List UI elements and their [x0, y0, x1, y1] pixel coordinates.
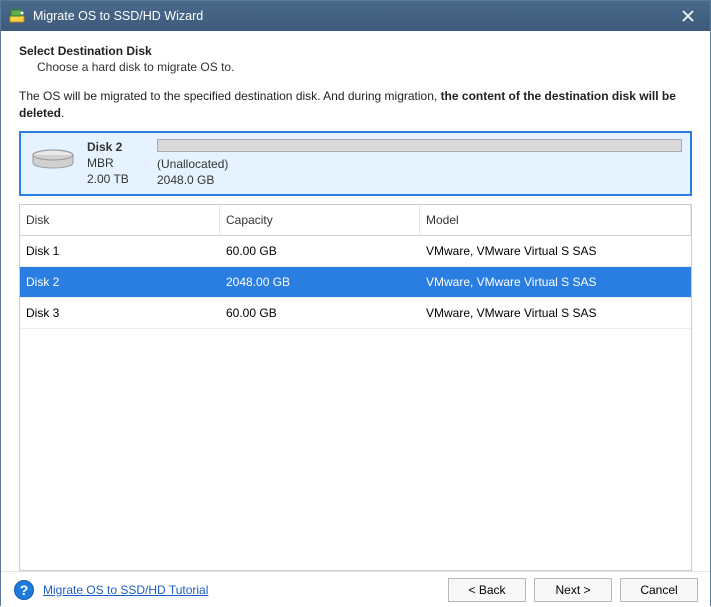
segment-size: 2048.0 GB [157, 172, 682, 188]
window-title: Migrate OS to SSD/HD Wizard [33, 9, 674, 23]
warning-text: The OS will be migrated to the specified… [19, 88, 692, 123]
layout-label: (Unallocated) 2048.0 GB [157, 156, 682, 188]
destination-preview: Disk 2 MBR 2.00 TB (Unallocated) 2048.0 … [19, 131, 692, 196]
table-row[interactable]: Disk 22048.00 GBVMware, VMware Virtual S… [20, 267, 691, 298]
disk-meta: Disk 2 MBR 2.00 TB [87, 139, 147, 188]
unallocated-bar [157, 139, 682, 152]
cell-disk: Disk 3 [20, 298, 220, 328]
title-bar: Migrate OS to SSD/HD Wizard [1, 1, 710, 31]
warning-prefix: The OS will be migrated to the specified… [19, 89, 441, 103]
preview-disk-size: 2.00 TB [87, 171, 147, 187]
table-body: Disk 160.00 GBVMware, VMware Virtual S S… [20, 236, 691, 329]
cancel-button[interactable]: Cancel [620, 578, 698, 602]
segment-label: (Unallocated) [157, 156, 682, 172]
col-header-disk[interactable]: Disk [20, 205, 220, 235]
cell-capacity: 60.00 GB [220, 298, 420, 328]
disk-table: Disk Capacity Model Disk 160.00 GBVMware… [19, 204, 692, 571]
content-area: Select Destination Disk Choose a hard di… [1, 31, 710, 571]
preview-disk-name: Disk 2 [87, 139, 147, 155]
cell-model: VMware, VMware Virtual S SAS [420, 236, 691, 266]
back-button[interactable]: < Back [448, 578, 526, 602]
cell-disk: Disk 2 [20, 267, 220, 297]
cell-model: VMware, VMware Virtual S SAS [420, 267, 691, 297]
cell-capacity: 2048.00 GB [220, 267, 420, 297]
disk-layout: (Unallocated) 2048.0 GB [157, 139, 682, 188]
cell-model: VMware, VMware Virtual S SAS [420, 298, 691, 328]
next-button[interactable]: Next > [534, 578, 612, 602]
close-icon [682, 10, 694, 22]
footer: ? Migrate OS to SSD/HD Tutorial < Back N… [1, 571, 710, 607]
page-subtext: Choose a hard disk to migrate OS to. [37, 60, 692, 74]
help-icon[interactable]: ? [13, 579, 35, 601]
warning-suffix: . [61, 106, 64, 120]
tutorial-link[interactable]: Migrate OS to SSD/HD Tutorial [43, 583, 208, 597]
col-header-model[interactable]: Model [420, 205, 691, 235]
preview-partition-style: MBR [87, 155, 147, 171]
hard-disk-icon [29, 145, 77, 173]
table-header: Disk Capacity Model [20, 205, 691, 236]
cell-disk: Disk 1 [20, 236, 220, 266]
table-row[interactable]: Disk 160.00 GBVMware, VMware Virtual S S… [20, 236, 691, 267]
svg-text:?: ? [20, 582, 29, 598]
page-heading: Select Destination Disk [19, 44, 692, 58]
col-header-capacity[interactable]: Capacity [220, 205, 420, 235]
close-button[interactable] [674, 5, 702, 27]
cell-capacity: 60.00 GB [220, 236, 420, 266]
table-row[interactable]: Disk 360.00 GBVMware, VMware Virtual S S… [20, 298, 691, 329]
app-icon [9, 8, 25, 24]
